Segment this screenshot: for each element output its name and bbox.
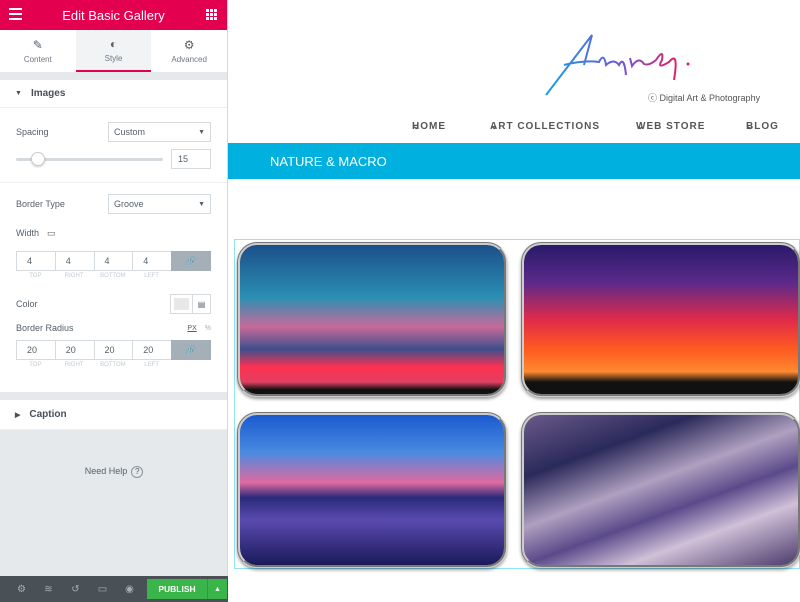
width-bottom-input[interactable]: 4 bbox=[93, 251, 133, 271]
width-inputs: 4 4 4 4 🔗 bbox=[16, 251, 211, 271]
radius-bottom-input[interactable]: 20 bbox=[93, 340, 133, 360]
dim-label: RIGHT bbox=[64, 362, 84, 368]
panel-header: Edit Basic Gallery bbox=[0, 0, 227, 30]
responsive-icon[interactable]: ▭ bbox=[89, 584, 116, 595]
width-right-input[interactable]: 4 bbox=[54, 251, 94, 271]
dim-label: LEFT bbox=[144, 362, 159, 368]
site-preview: ⓒ Digital Art & Photography HOME ⌄ ART C… bbox=[228, 0, 800, 602]
link-values-button[interactable]: 🔗 bbox=[171, 251, 211, 271]
width-top-input[interactable]: 4 bbox=[16, 251, 55, 271]
dim-label: TOP bbox=[29, 273, 42, 279]
gallery-image-orange-sunset[interactable] bbox=[521, 242, 800, 397]
editor-panel: Edit Basic Gallery ✎ Content ◐ Style ⚙ Adva… bbox=[0, 0, 228, 602]
spacing-select[interactable]: Custom ▼ bbox=[108, 122, 211, 142]
gear-icon: ⚙ bbox=[183, 38, 195, 52]
dim-label: TOP bbox=[29, 362, 42, 368]
link-values-button[interactable]: 🔗 bbox=[171, 340, 211, 360]
widgets-grid-icon[interactable] bbox=[206, 9, 217, 20]
color-swatch[interactable] bbox=[174, 298, 189, 310]
chevron-down-icon: ⌄ bbox=[636, 121, 646, 132]
layers-icon[interactable]: ≋ bbox=[35, 584, 62, 595]
section-title: Images bbox=[30, 88, 66, 99]
tab-label: Style bbox=[104, 54, 123, 63]
tagline-text: Digital Art & Photography bbox=[659, 93, 761, 103]
nav-label: ART COLLECTIONS bbox=[490, 121, 600, 132]
settings-icon[interactable]: ⚙ bbox=[8, 584, 35, 595]
spacing-input[interactable]: 15 bbox=[171, 149, 211, 169]
tab-label: Advanced bbox=[171, 55, 207, 64]
dim-label: LEFT bbox=[144, 273, 159, 279]
caret-right-icon: ▶ bbox=[15, 411, 21, 419]
desktop-icon[interactable]: ▭ bbox=[47, 228, 56, 239]
gallery-image-boats-dusk[interactable] bbox=[237, 412, 507, 568]
page-title: NATURE & MACRO bbox=[270, 154, 387, 169]
select-value: Custom bbox=[114, 127, 146, 137]
unit-percent[interactable]: % bbox=[205, 325, 211, 332]
panel-title: Edit Basic Gallery bbox=[62, 7, 165, 23]
width-label: Width bbox=[16, 228, 40, 238]
caret-down-icon: ▼ bbox=[15, 90, 22, 97]
gallery-image-abstract-fabric[interactable] bbox=[521, 412, 800, 568]
tab-style[interactable]: ◐ Style bbox=[75, 30, 152, 72]
border-type-label: Border Type bbox=[16, 199, 65, 209]
basic-gallery[interactable] bbox=[234, 239, 800, 569]
radius-top-input[interactable]: 20 bbox=[16, 340, 55, 360]
page-title-banner: NATURE & MACRO bbox=[228, 143, 800, 179]
hamburger-menu-icon[interactable] bbox=[9, 8, 22, 23]
chevron-down-icon: ⌄ bbox=[412, 121, 422, 132]
border-radius-label: Border Radius bbox=[16, 323, 74, 333]
radius-left-input[interactable]: 20 bbox=[132, 340, 171, 360]
color-label: Color bbox=[16, 299, 38, 309]
section-title: Caption bbox=[29, 409, 67, 420]
gallery-image-sunset-clouds[interactable] bbox=[237, 242, 507, 397]
chevron-down-icon: ⌄ bbox=[490, 121, 500, 132]
tagline: ⓒ Digital Art & Photography bbox=[648, 93, 761, 103]
angieg-logo[interactable] bbox=[544, 30, 694, 100]
half-circle-icon: ◐ bbox=[109, 37, 118, 51]
help-text: Need Help bbox=[84, 466, 128, 476]
border-type-select[interactable]: Groove ▼ bbox=[108, 194, 211, 214]
tab-advanced[interactable]: ⚙ Advanced bbox=[151, 30, 227, 72]
section-caption-toggle[interactable]: ▶ Caption bbox=[0, 400, 227, 430]
chevron-down-icon: ⌄ bbox=[746, 121, 756, 132]
preview-eye-icon[interactable]: ◉ bbox=[116, 584, 143, 595]
pencil-icon: ✎ bbox=[32, 38, 43, 52]
publish-options-button[interactable]: ▲ bbox=[207, 579, 227, 599]
dim-label: BOTTOM bbox=[100, 273, 126, 279]
spacing-slider[interactable] bbox=[16, 149, 163, 169]
width-left-input[interactable]: 4 bbox=[132, 251, 171, 271]
caret-down-icon: ▼ bbox=[198, 128, 205, 136]
select-value: Groove bbox=[114, 199, 144, 209]
question-icon: ? bbox=[131, 466, 144, 478]
tab-label: Content bbox=[23, 55, 52, 64]
panel-footer: ⚙ ≋ ↺ ▭ ◉ PUBLISH ▲ bbox=[0, 576, 228, 602]
caret-down-icon: ▼ bbox=[198, 200, 205, 208]
section-images-toggle[interactable]: ▼ Images bbox=[0, 80, 227, 108]
publish-button[interactable]: PUBLISH bbox=[147, 579, 207, 599]
slider-handle[interactable] bbox=[31, 152, 45, 166]
history-icon[interactable]: ↺ bbox=[62, 584, 89, 595]
global-colors-icon[interactable]: ▤ bbox=[192, 295, 210, 313]
radius-inputs: 20 20 20 20 🔗 bbox=[16, 340, 211, 360]
dim-label: RIGHT bbox=[64, 273, 84, 279]
link-icon: 🔗 bbox=[185, 344, 197, 355]
caret-up-icon: ▲ bbox=[214, 585, 221, 593]
dim-label: BOTTOM bbox=[100, 362, 126, 368]
need-help-link[interactable]: Need Help? bbox=[0, 466, 228, 478]
spacing-label: Spacing bbox=[16, 127, 49, 137]
link-icon: 🔗 bbox=[185, 255, 197, 266]
tab-content[interactable]: ✎ Content bbox=[0, 30, 76, 72]
radius-right-input[interactable]: 20 bbox=[54, 340, 94, 360]
unit-px[interactable]: PX bbox=[187, 325, 196, 332]
nav-label: WEB STORE bbox=[636, 121, 706, 132]
